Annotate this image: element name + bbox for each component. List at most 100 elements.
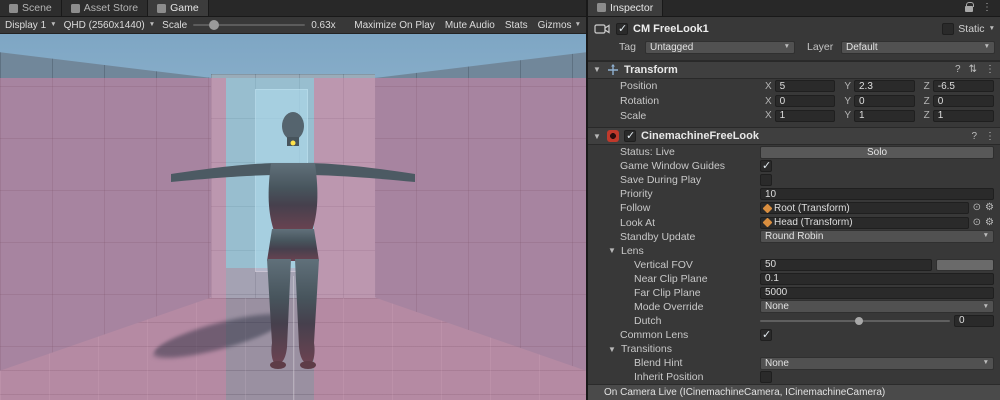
rotation-z-field[interactable]: 0 <box>933 95 994 107</box>
dutch-slider[interactable] <box>760 315 950 327</box>
menu-icon[interactable]: ⋮ <box>982 2 992 13</box>
layer-dropdown[interactable]: Default ▼ <box>841 41 995 54</box>
menu-icon[interactable]: ⋮ <box>985 64 995 75</box>
chevron-down-icon: ▼ <box>983 304 989 311</box>
lock-icon[interactable] <box>965 6 973 12</box>
game-viewport[interactable] <box>0 34 586 400</box>
scale-z-field[interactable]: 1 <box>933 110 994 122</box>
lens-foldout[interactable]: ▼ Lens <box>588 244 1000 258</box>
gear-icon[interactable]: ⚙ <box>985 218 994 228</box>
blend-hint-dropdown[interactable]: None ▼ <box>760 357 994 370</box>
stats-button[interactable]: Stats <box>505 20 528 31</box>
display-dropdown[interactable]: Display 1 ▼ <box>5 20 57 31</box>
left-tabbar: Scene Asset Store Game <box>0 0 586 17</box>
cinemachine-icon <box>607 130 619 142</box>
object-picker-icon[interactable]: ⊙ <box>973 218 981 228</box>
help-icon[interactable]: ? <box>955 64 961 75</box>
mode-override-row: Mode Override None ▼ <box>588 300 1000 314</box>
character-hips <box>267 229 319 261</box>
position-y-field[interactable]: 2.3 <box>854 80 915 92</box>
gameobject-name[interactable]: CM FreeLook1 <box>633 23 937 35</box>
gameobject-header: CM FreeLook1 Static ▼ Tag Untagged ▼ Lay… <box>588 17 1000 61</box>
common-lens-row: Common Lens <box>588 328 1000 342</box>
look-at-row: Look At Head (Transform) ⊙ ⚙ <box>588 215 1000 229</box>
game-tab-icon <box>157 4 166 13</box>
follow-object-field[interactable]: Root (Transform) <box>760 202 969 214</box>
dutch-slider-handle[interactable] <box>855 317 863 325</box>
gizmos-dropdown[interactable]: Gizmos ▼ <box>538 20 581 31</box>
rotation-y-field[interactable]: 0 <box>854 95 915 107</box>
foldout-icon[interactable]: ▼ <box>593 132 602 141</box>
mode-override-dropdown[interactable]: None ▼ <box>760 300 994 313</box>
tab-asset-store-label: Asset Store <box>84 2 138 14</box>
game-window-guides-row: Game Window Guides <box>588 159 1000 173</box>
static-checkbox[interactable] <box>942 23 954 35</box>
unity-editor: Scene Asset Store Game Display 1 ▼ QHD (… <box>0 0 1000 400</box>
gear-icon[interactable]: ⚙ <box>985 203 994 213</box>
foldout-icon[interactable]: ▼ <box>593 65 602 74</box>
scale-slider[interactable] <box>193 24 305 26</box>
transform-position-row: Position X5 Y2.3 Z-6.5 <box>588 79 1000 94</box>
transform-object-icon <box>763 218 773 228</box>
static-dropdown[interactable]: Static ▼ <box>942 23 995 35</box>
save-during-play-checkbox[interactable] <box>760 174 772 186</box>
inherit-position-checkbox[interactable] <box>760 371 772 383</box>
transitions-foldout[interactable]: ▼ Transitions <box>588 342 1000 356</box>
lens-section-label: Lens <box>621 245 644 257</box>
tab-game[interactable]: Game <box>148 0 209 16</box>
scale-y-field[interactable]: 1 <box>854 110 915 122</box>
common-lens-checkbox[interactable] <box>760 329 772 341</box>
maximize-on-play-button[interactable]: Maximize On Play <box>354 20 435 31</box>
game-window-guides-checkbox[interactable] <box>760 160 772 172</box>
freelook-enabled-checkbox[interactable] <box>624 130 636 142</box>
menu-icon[interactable]: ⋮ <box>985 131 995 142</box>
chevron-down-icon: ▼ <box>784 44 790 51</box>
vertical-fov-field[interactable]: 50 <box>760 259 932 271</box>
character-model <box>168 111 418 373</box>
transform-icon <box>607 64 619 76</box>
blend-hint-row: Blend Hint None ▼ <box>588 356 1000 370</box>
camera-live-status-bar: On Camera Live (ICinemachineCamera, ICin… <box>588 384 1000 400</box>
look-at-object-field[interactable]: Head (Transform) <box>760 217 969 229</box>
transform-object-icon <box>763 203 773 213</box>
scale-x-field[interactable]: 1 <box>775 110 836 122</box>
scale-value: 0.63x <box>311 20 335 31</box>
dutch-field[interactable]: 0 <box>954 315 994 327</box>
solo-button[interactable]: Solo <box>760 146 994 159</box>
tab-game-label: Game <box>170 2 199 14</box>
help-icon[interactable]: ? <box>971 131 977 142</box>
far-clip-row: Far Clip Plane 5000 <box>588 286 1000 300</box>
tag-dropdown[interactable]: Untagged ▼ <box>645 41 795 54</box>
presets-icon[interactable]: ⇅ <box>969 64 977 75</box>
chevron-down-icon: ▼ <box>50 22 56 29</box>
character-right-leg <box>295 259 319 363</box>
mute-audio-button[interactable]: Mute Audio <box>445 20 495 31</box>
status-label: Status: Live <box>588 146 760 158</box>
rotation-x-field[interactable]: 0 <box>775 95 836 107</box>
far-clip-field[interactable]: 5000 <box>760 287 994 299</box>
dutch-row: Dutch 0 <box>588 314 1000 328</box>
freelook-component-header[interactable]: ▼ CinemachineFreeLook ? ⋮ <box>588 127 1000 145</box>
inspector-tabbar: Inspector ⋮ <box>588 0 1000 17</box>
position-z-field[interactable]: -6.5 <box>933 80 994 92</box>
priority-row: Priority 10 <box>588 187 1000 201</box>
near-clip-field[interactable]: 0.1 <box>760 273 994 285</box>
object-picker-icon[interactable]: ⊙ <box>973 203 981 213</box>
inspector-panel: Inspector ⋮ CM FreeLook1 Static <box>588 0 1000 400</box>
scale-slider-handle[interactable] <box>209 20 219 30</box>
tab-inspector[interactable]: Inspector <box>588 0 663 16</box>
status-row: Status: Live Solo <box>588 145 1000 159</box>
chevron-down-icon: ▼ <box>984 44 990 51</box>
gameobject-enabled-checkbox[interactable] <box>616 23 628 35</box>
transform-component-header[interactable]: ▼ Transform ? ⇅ ⋮ <box>588 61 1000 79</box>
position-x-field[interactable]: 5 <box>775 80 836 92</box>
resolution-dropdown[interactable]: QHD (2560x1440) ▼ <box>64 20 156 31</box>
standby-update-dropdown[interactable]: Round Robin ▼ <box>760 230 994 243</box>
character-left-leg <box>267 259 291 363</box>
inspector-tab-icon <box>597 3 606 12</box>
tab-asset-store[interactable]: Asset Store <box>62 0 148 16</box>
toolbar-right-group: Maximize On Play Mute Audio Stats Gizmos… <box>354 20 581 31</box>
priority-field[interactable]: 10 <box>760 188 994 200</box>
tab-scene[interactable]: Scene <box>0 0 62 16</box>
vertical-fov-slider[interactable] <box>936 259 994 271</box>
